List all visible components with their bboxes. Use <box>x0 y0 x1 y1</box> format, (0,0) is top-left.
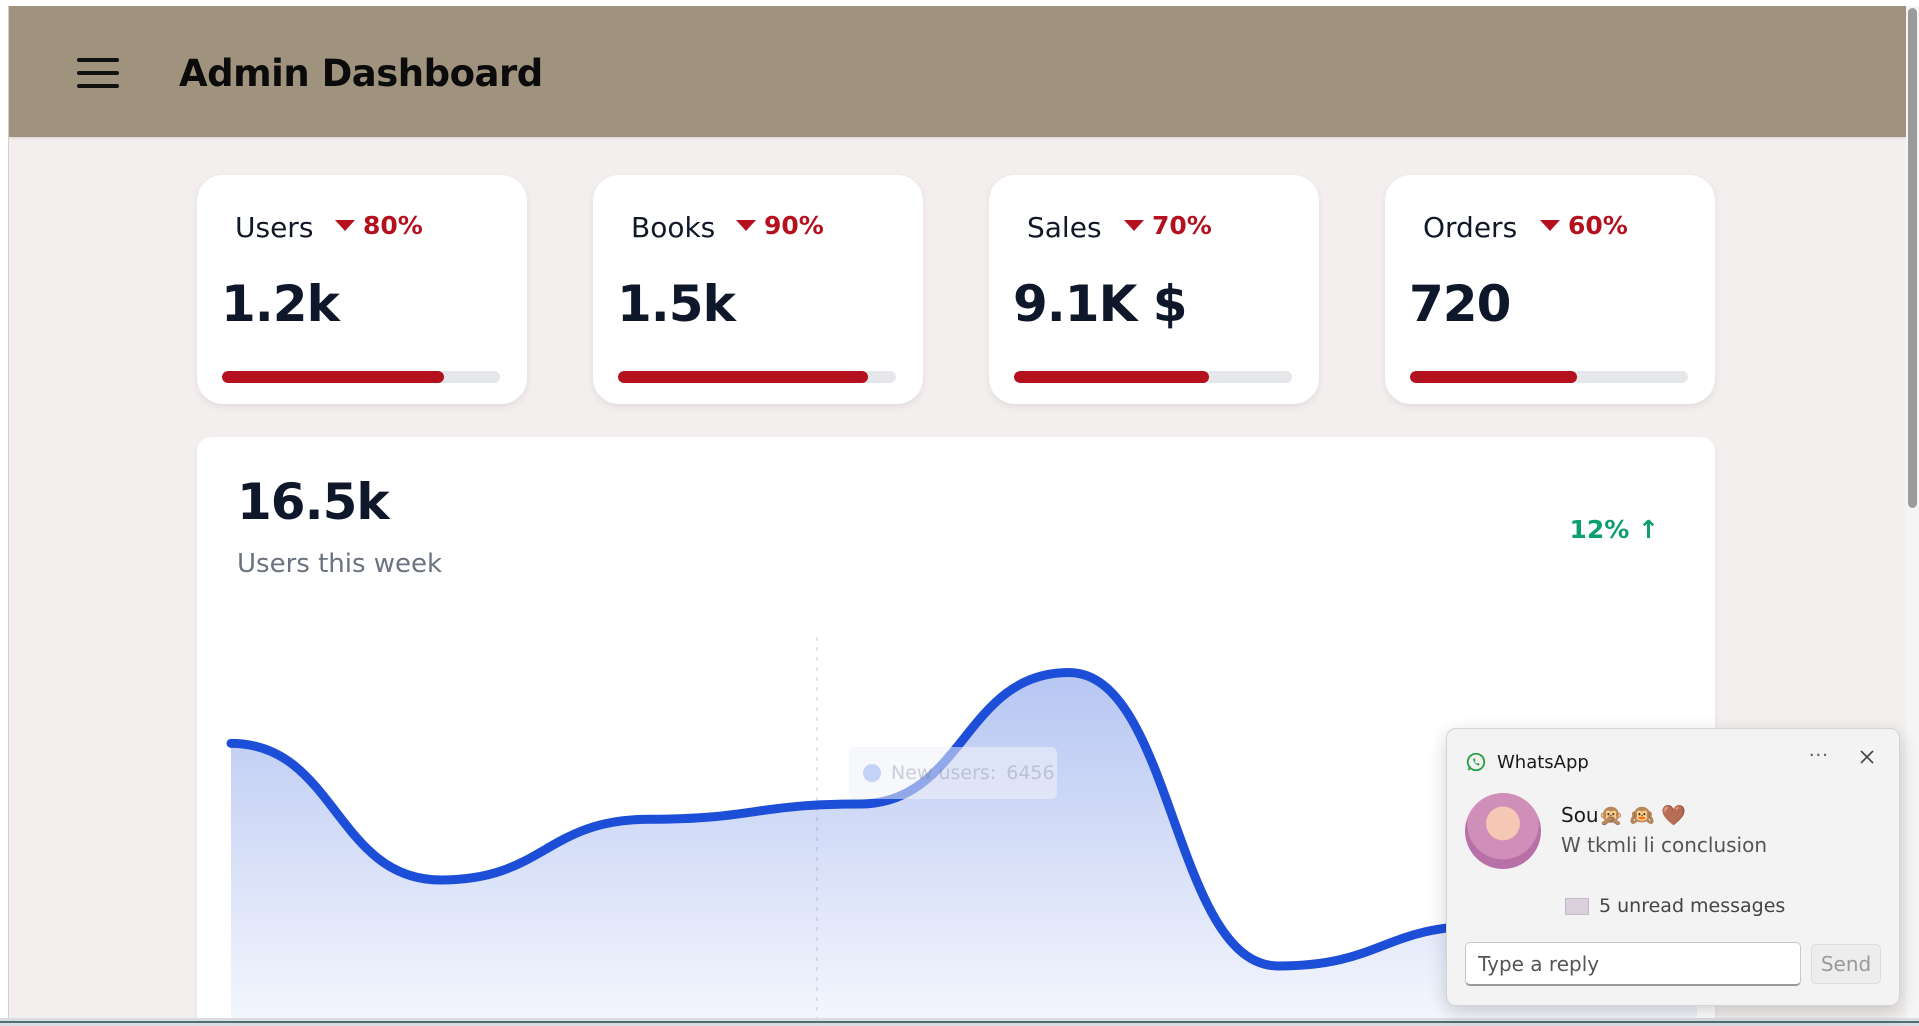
more-options-icon[interactable]: ··· <box>1809 745 1829 766</box>
stat-label: Sales <box>1027 211 1102 244</box>
triangle-down-icon <box>736 220 756 231</box>
whatsapp-notification[interactable]: WhatsApp ··· Sou🙊 🙉 🤎 W tkmli li conclus… <box>1446 728 1900 1006</box>
notification-app-name: WhatsApp <box>1497 751 1589 773</box>
stat-label: Orders <box>1423 211 1518 244</box>
stat-card-users: Users 80% 1.2k <box>197 175 527 404</box>
progress-bar <box>1014 371 1292 383</box>
stat-delta-value: 70% <box>1152 211 1212 240</box>
progress-fill <box>618 371 869 383</box>
send-button[interactable]: Send <box>1811 944 1881 984</box>
stat-delta: 70% <box>1124 211 1212 240</box>
taskbar-edge <box>0 1018 1919 1026</box>
top-bar: Admin Dashboard <box>9 6 1906 137</box>
envelope-icon <box>1565 897 1589 915</box>
stat-label: Books <box>631 211 716 244</box>
reply-input[interactable] <box>1465 942 1801 986</box>
stat-card-books: Books 90% 1.5k <box>593 175 923 404</box>
stat-delta: 90% <box>736 211 824 240</box>
stat-value: 720 <box>1409 275 1511 333</box>
stat-card-orders: Orders 60% 720 <box>1385 175 1715 404</box>
vertical-scrollbar[interactable] <box>1906 6 1919 1018</box>
progress-fill <box>222 371 445 383</box>
notification-sender: Sou🙊 🙉 🤎 <box>1561 803 1687 827</box>
whatsapp-icon <box>1466 752 1486 772</box>
triangle-down-icon <box>1540 220 1560 231</box>
chart-tooltip: New users: 6456 <box>849 747 1057 799</box>
unread-count-text: 5 unread messages <box>1599 895 1786 917</box>
series-dot-icon <box>863 764 881 782</box>
stat-value: 1.2k <box>221 275 340 333</box>
stat-value: 9.1K $ <box>1013 275 1188 333</box>
stat-card-sales: Sales 70% 9.1K $ <box>989 175 1319 404</box>
stat-delta-value: 90% <box>764 211 824 240</box>
hamburger-icon[interactable] <box>77 58 119 88</box>
unread-indicator: 5 unread messages <box>1565 895 1785 917</box>
scrollbar-thumb[interactable] <box>1908 8 1917 508</box>
progress-fill <box>1014 371 1209 383</box>
stat-delta-value: 80% <box>363 211 423 240</box>
triangle-down-icon <box>1124 220 1144 231</box>
tooltip-label: New users: <box>891 762 997 784</box>
stat-label: Users <box>235 211 314 244</box>
stat-delta: 60% <box>1540 211 1628 240</box>
stat-delta: 80% <box>335 211 423 240</box>
progress-bar <box>618 371 896 383</box>
tooltip-value: 6456 <box>1006 762 1055 784</box>
progress-fill <box>1410 371 1577 383</box>
close-icon[interactable] <box>1857 747 1877 767</box>
stat-delta-value: 60% <box>1568 211 1628 240</box>
notification-message: W tkmli li conclusion <box>1561 833 1768 857</box>
stat-value: 1.5k <box>617 275 736 333</box>
page-title: Admin Dashboard <box>179 52 543 95</box>
progress-bar <box>222 371 500 383</box>
progress-bar <box>1410 371 1688 383</box>
triangle-down-icon <box>335 220 355 231</box>
avatar <box>1465 793 1541 869</box>
notification-header: WhatsApp <box>1465 751 1589 773</box>
